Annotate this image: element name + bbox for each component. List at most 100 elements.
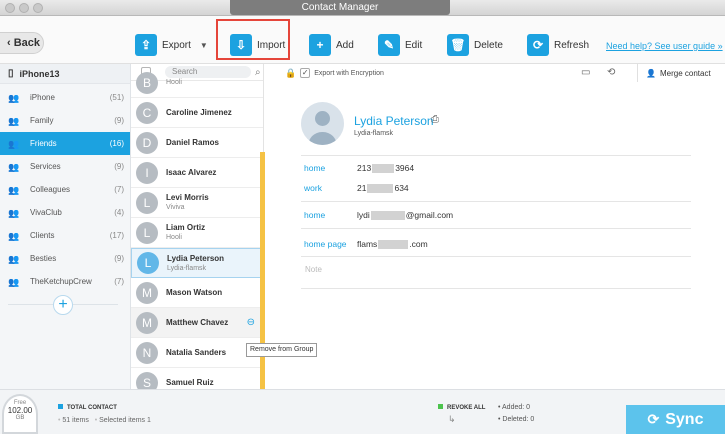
list-item-selected[interactable]: L Lydia Peterson Lydia-flamsk [131,248,263,278]
phone-icon: ▯ [8,68,14,79]
avatar: I [136,161,158,184]
group-count: (7) [114,185,124,194]
contact-name: Lydia Peterson [167,253,225,263]
list-item[interactable]: B Hooli [131,68,263,98]
encryption-checkbox[interactable]: ✓ [300,68,311,78]
refresh-button[interactable]: ⟳ Refresh [527,32,589,58]
group-count: (16) [109,139,124,148]
avatar: C [136,101,158,124]
merge-icon: 👤 [646,68,656,78]
green-square-icon [438,404,443,409]
list-item[interactable]: M Mason Watson [131,278,263,308]
avatar: L [137,252,159,274]
list-item[interactable]: L Liam Ortiz Hooli [131,218,263,248]
email-label: home [304,210,326,220]
contact-name: Isaac Alvarez [166,167,217,177]
email-value: lydi @gmail.com [357,210,454,221]
deleted-count: • Deleted: 0 [498,416,535,423]
list-item[interactable]: S Samuel Ruiz [131,368,263,389]
zoom-window-button[interactable] [33,3,43,13]
avatar-body [308,132,337,145]
avatar: M [136,281,158,304]
device-name: iPhone13 [19,68,60,79]
list-item[interactable]: I Isaac Alvarez [131,158,263,188]
sidebar-item-theketchupcrew[interactable]: 👥 TheKetchupCrew (7) [0,270,130,293]
divider [301,288,691,289]
chevron-left-icon: ‹ [7,37,11,49]
contact-subtitle: Hooli [166,79,182,86]
list-item[interactable]: M Matthew Chavez ⊖ [131,308,263,338]
edit-button[interactable]: ✎ Edit [378,32,422,58]
sidebar-item-friends[interactable]: 👥 Friends (16) [0,132,130,155]
group-label: Clients [30,231,55,240]
import-highlight-box [216,19,290,60]
url-label: home page [304,239,347,249]
group-count: (51) [109,93,124,102]
group-icon: 👥 [8,115,20,126]
group-label: Colleagues [30,185,71,194]
sync-arrows-icon[interactable]: ⟲ [607,67,615,78]
sidebar-item-vivaclub[interactable]: 👥 VivaClub (4) [0,201,130,224]
add-contact-icon: + [309,34,331,56]
phone-work-value: 21 634 [357,183,409,194]
back-label: Back [13,37,41,49]
device-header[interactable]: ▯ iPhone13 [0,64,130,84]
sync-icon: ⟳ [647,411,660,427]
list-item[interactable]: C Caroline Jimenez [131,98,263,128]
add-label: Add [336,39,354,51]
list-item[interactable]: N Natalia Sanders [131,338,263,368]
group-icon: 👥 [8,207,20,218]
back-button[interactable]: ‹ Back [0,32,44,54]
sidebar-item-family[interactable]: 👥 Family (9) [0,109,130,132]
add-group-button[interactable]: + [53,295,73,315]
sidebar-item-clients[interactable]: 👥 Clients (17) [0,224,130,247]
avatar: D [136,131,158,154]
printer-icon[interactable]: ⎙ [431,114,439,125]
list-item[interactable]: L Levi Morris Viviva [131,188,263,218]
group-label: Services [30,162,61,171]
sync-button[interactable]: ⟳ Sync [626,405,725,434]
group-icon: 👥 [8,138,20,149]
export-button[interactable]: ⇪ Export ▼ [135,32,208,58]
contact-subtitle: Hooli [166,234,182,241]
export-icon: ⇪ [135,34,157,56]
minimize-window-button[interactable] [19,3,29,13]
sidebar-item-besties[interactable]: 👥 Besties (9) [0,247,130,270]
note-field[interactable]: Note [305,265,322,274]
group-count: (4) [114,208,124,217]
sidebar-item-services[interactable]: 👥 Services (9) [0,155,130,178]
group-icon: 👥 [8,276,20,287]
export-label: Export [162,39,191,51]
avatar: S [136,371,158,389]
avatar: L [136,221,158,244]
avatar: N [136,341,158,364]
contact-name: Matthew Chavez [166,317,229,327]
group-count: (17) [109,231,124,240]
avatar: B [136,71,158,94]
divider [301,155,691,156]
revoke-all-button[interactable]: REVOKE ALL [438,404,485,411]
chevron-down-icon[interactable]: ▼ [200,41,208,50]
contact-detail: 🔒 ✓ Export with Encryption ▭ ⟲ 👤 Merge c… [265,64,725,389]
group-icon: 👥 [8,184,20,195]
merge-contact-button[interactable]: 👤 Merge contact [637,64,719,82]
help-link[interactable]: Need help? See user guide » [606,41,723,51]
delete-label: Delete [474,39,503,51]
contact-name: Levi Morris [166,193,209,202]
group-label: Friends [30,139,57,148]
list-item[interactable]: D Daniel Ramos [131,128,263,158]
contact-name-heading: Lydia Peterson [354,114,434,128]
screen-icon[interactable]: ▭ [581,67,590,78]
contact-list: Search ⌕ B Hooli C Caroline Jimenez D Danie… [131,64,264,389]
remove-from-group-icon[interactable]: ⊖ [247,317,255,328]
sidebar-item-iphone[interactable]: 👥 iPhone (51) [0,86,130,109]
selected-count: Selected items 1 [99,417,151,424]
add-button[interactable]: + Add [309,32,354,58]
close-window-button[interactable] [5,3,15,13]
sidebar-item-colleagues[interactable]: 👥 Colleagues (7) [0,178,130,201]
group-icon: 👥 [8,92,20,103]
delete-button[interactable]: 🗑 Delete [447,32,503,58]
contact-name: Caroline Jimenez [166,107,232,117]
contact-nickname: Lydia-flamsk [354,130,394,137]
disk-value: 102.00 [7,406,33,415]
